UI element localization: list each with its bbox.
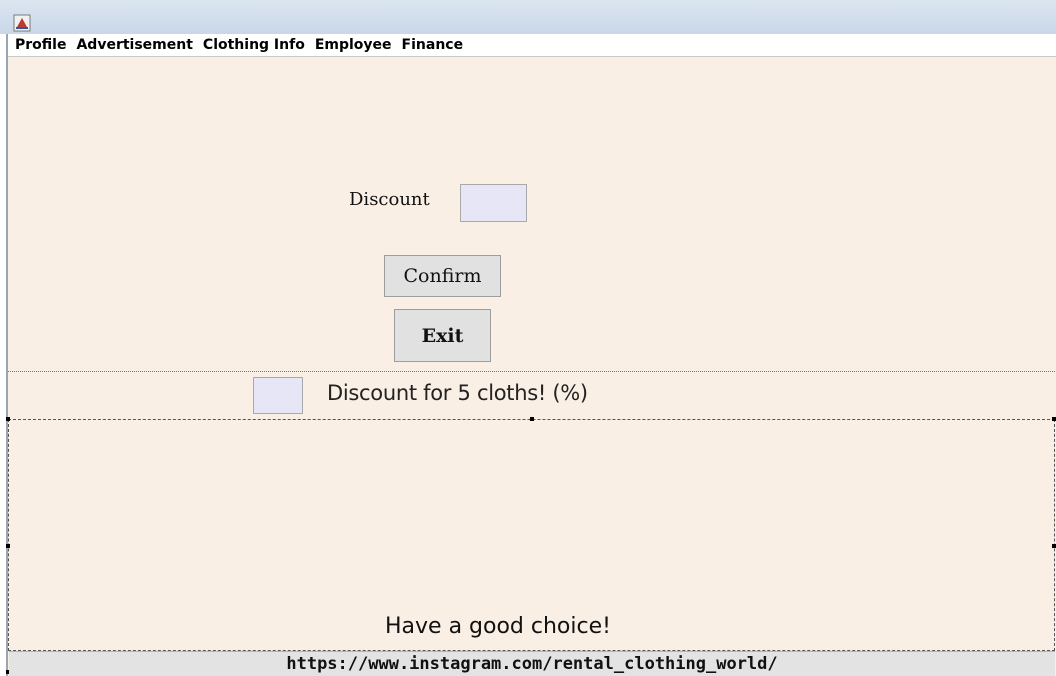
menu-finance[interactable]: Finance bbox=[397, 34, 469, 56]
menu-advertisement[interactable]: Advertisement bbox=[71, 34, 197, 56]
resize-handle bbox=[6, 417, 10, 421]
bulk-discount-input[interactable] bbox=[253, 377, 303, 414]
url-bar: https://www.instagram.com/rental_clothin… bbox=[9, 651, 1055, 676]
resize-handle bbox=[6, 544, 10, 548]
instagram-url[interactable]: https://www.instagram.com/rental_clothin… bbox=[286, 654, 777, 674]
exit-button[interactable]: Exit bbox=[394, 309, 491, 362]
menu-bar: Profile Advertisement Clothing Info Empl… bbox=[8, 34, 1056, 57]
menu-clothing-info[interactable]: Clothing Info bbox=[198, 34, 310, 56]
footer-message: Have a good choice! bbox=[385, 614, 611, 639]
resize-handle bbox=[530, 417, 534, 421]
java-app-icon bbox=[13, 14, 31, 32]
bulk-discount-label: Discount for 5 cloths! (%) bbox=[327, 381, 588, 405]
confirm-button[interactable]: Confirm bbox=[384, 255, 501, 297]
resize-handle bbox=[1052, 544, 1056, 548]
menu-profile[interactable]: Profile bbox=[8, 34, 71, 56]
resize-handle bbox=[1052, 417, 1056, 421]
discount-input[interactable] bbox=[460, 184, 527, 222]
discount-label: Discount bbox=[349, 189, 430, 210]
menu-employee[interactable]: Employee bbox=[310, 34, 397, 56]
window-titlebar bbox=[0, 0, 1056, 34]
section-divider bbox=[8, 371, 1055, 372]
